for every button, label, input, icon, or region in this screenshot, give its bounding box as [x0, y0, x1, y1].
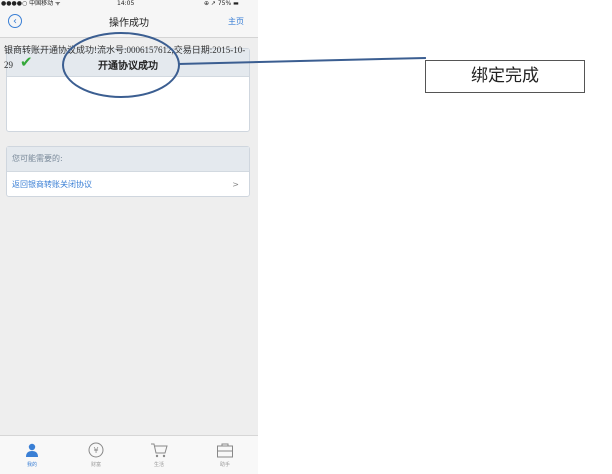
yen-icon: ¥ [76, 439, 116, 461]
phone-screen: ●●●●○ 中国移动 ᯤ 14:05 ⊕ ↗ 75% ▬ ‹ 操作成功 主页 ✔… [0, 0, 258, 474]
battery-indicator: ⊕ ↗ 75% ▬ [204, 0, 239, 7]
nav-bar: ‹ 操作成功 主页 [0, 7, 258, 38]
suggestion-return-close-agreement[interactable]: 返回银商转账关闭协议 > [7, 172, 249, 197]
suggestions-card: 您可能需要的: 返回银商转账关闭协议 > [6, 146, 250, 197]
tab-life[interactable]: 生活 [139, 439, 179, 469]
tab-label: 我的 [26, 462, 37, 468]
person-icon [12, 439, 52, 461]
tab-assistant[interactable]: 助手 [205, 439, 245, 469]
cart-icon [139, 439, 179, 461]
tab-bar: 我的 ¥ 财富 生活 助手 [0, 435, 258, 474]
chevron-right-icon: > [232, 180, 239, 189]
suggestion-label: 返回银商转账关闭协议 [12, 180, 92, 189]
status-bar: ●●●●○ 中国移动 ᯤ 14:05 ⊕ ↗ 75% ▬ [0, 0, 258, 7]
home-link[interactable]: 主页 [228, 16, 244, 27]
tab-label: 助手 [219, 462, 230, 468]
tab-label: 财富 [90, 462, 101, 468]
callout-box: 绑定完成 [425, 60, 585, 93]
suggestions-header: 您可能需要的: [7, 147, 249, 172]
tab-mine[interactable]: 我的 [12, 439, 52, 469]
carrier-text: ●●●●○ 中国移动 ᯤ [1, 0, 61, 7]
tab-label: 生活 [153, 462, 164, 468]
clock: 14:05 [117, 0, 135, 7]
tab-wealth[interactable]: ¥ 财富 [76, 439, 116, 469]
result-message: 银商转账开通协议成功!流水号:0006157612,交易日期:2015-10-2… [4, 45, 246, 70]
briefcase-icon [205, 439, 245, 461]
page-title: 操作成功 [109, 18, 149, 29]
svg-text:¥: ¥ [93, 446, 98, 455]
